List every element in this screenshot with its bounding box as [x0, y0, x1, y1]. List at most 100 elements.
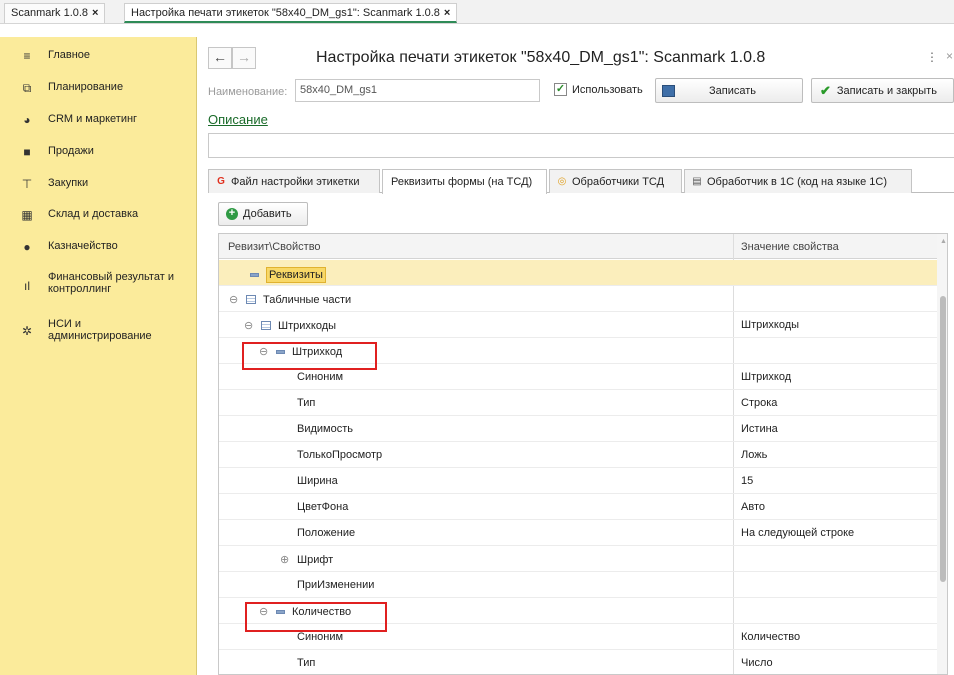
name-field[interactable]: 58x40_DM_gs1 [295, 79, 540, 102]
collapse-icon[interactable]: ⊖ [229, 293, 240, 306]
sidebar-item-finance[interactable]: ıl Финансовый результат и контроллинг [0, 271, 197, 299]
chart-icon: ıl [24, 279, 30, 293]
table-header: Ревизит\Свойство Значение свойства [219, 234, 947, 259]
description-field[interactable] [208, 133, 954, 158]
treasury-icon: ● [23, 240, 31, 254]
row-name: Шрифт [297, 553, 334, 566]
row-name: ЦветФона [297, 501, 349, 513]
row-name: Табличные части [263, 293, 352, 306]
sidebar-item-label: Планирование [48, 81, 124, 93]
top-tab-label-settings[interactable]: Настройка печати этикеток "58x40_DM_gs1"… [124, 3, 458, 23]
save-button-label: Записать [709, 84, 757, 97]
close-icon[interactable]: × [92, 7, 98, 19]
arrow-left-icon: ← [213, 49, 227, 65]
tab-label: Обработчик в 1С (код на языке 1С) [707, 175, 888, 188]
highlight-box-barcode [242, 342, 377, 370]
tab-form-fields[interactable]: Реквизиты формы (на ТСД) [382, 169, 547, 194]
attribute-icon [250, 273, 259, 277]
more-menu-icon[interactable]: ⋮ [926, 50, 938, 64]
table-row[interactable]: ТолькоПросмотр Ложь [219, 442, 937, 468]
row-name: Штрихкоды [278, 319, 337, 332]
sidebar-item-label: Продажи [48, 145, 94, 157]
tab-label: Файл настройки этикетки [231, 175, 360, 188]
row-value: Количество [741, 631, 801, 643]
sidebar-item-label: Главное [48, 49, 91, 61]
row-name: Синоним [297, 631, 344, 643]
page-title: Настройка печати этикеток "58x40_DM_gs1"… [316, 49, 766, 66]
add-button-label: Добавить [243, 208, 292, 220]
sidebar-item-label: Склад и доставка [48, 208, 139, 220]
sidebar-item-label: Финансовый результат и контроллинг [48, 271, 174, 295]
menu-icon: ≡ [23, 49, 31, 63]
row-name: Тип [297, 397, 316, 409]
floppy-disk-icon [662, 84, 675, 97]
table-row[interactable]: Ширина 15 [219, 468, 937, 494]
table-row[interactable]: Положение На следующей строке [219, 520, 937, 546]
top-tab-scanmark[interactable]: Scanmark 1.0.8 × [4, 3, 106, 23]
tab-label-file[interactable]: G Файл настройки этикетки [208, 169, 380, 193]
sidebar-item-label: CRM и маркетинг [48, 113, 138, 125]
checkmark-icon: ✔ [820, 82, 831, 98]
row-name: Видимость [297, 423, 353, 435]
table-row[interactable]: Тип Число [219, 650, 937, 674]
sales-icon: ■ [23, 145, 31, 159]
save-button[interactable]: Записать [655, 78, 803, 103]
table-row[interactable]: Тип Строка [219, 390, 937, 416]
table-icon [246, 295, 256, 304]
row-value: Штрихкод [741, 371, 792, 383]
table-row[interactable]: Реквизиты [219, 260, 937, 286]
expand-icon[interactable]: ⊕ [280, 553, 291, 566]
use-checkbox-label: Использовать [572, 84, 643, 96]
top-tab-label: Настройка печати этикеток "58x40_DM_gs1"… [131, 7, 440, 19]
row-value: Число [741, 657, 773, 669]
top-tab-label: Scanmark 1.0.8 [11, 7, 89, 19]
tab-bar: G Файл настройки этикетки Реквизиты форм… [208, 169, 954, 194]
row-value: Истина [741, 423, 778, 435]
plus-icon: + [226, 208, 238, 220]
tab-label: Реквизиты формы (на ТСД) [391, 176, 533, 188]
scroll-up-icon[interactable]: ▲ [940, 238, 947, 245]
gear-icon: ✲ [21, 324, 33, 338]
description-link[interactable]: Описание [208, 112, 268, 127]
collapse-icon[interactable]: ⊖ [244, 319, 255, 332]
close-icon[interactable]: × [946, 49, 953, 63]
column-header-value[interactable]: Значение свойства [741, 241, 839, 253]
row-value: Авто [741, 501, 765, 513]
tab-1c-handler[interactable]: ▤ Обработчик в 1С (код на языке 1С) [684, 169, 912, 193]
tab-tsd-handlers[interactable]: ◎ Обработчики ТСД [549, 169, 682, 193]
sidebar-item-label: Закупки [48, 177, 89, 189]
column-header-property[interactable]: Ревизит\Свойство [228, 241, 321, 253]
table-row[interactable]: ЦветФона Авто [219, 494, 937, 520]
name-label: Наименование: [208, 86, 288, 98]
planning-icon: ⧉ [22, 81, 32, 95]
table-row[interactable]: Видимость Истина [219, 416, 937, 442]
sidebar-item-label: НСИ и администрирование [48, 318, 152, 342]
row-value: Строка [741, 397, 778, 409]
highlight-box-quantity [245, 602, 387, 632]
row-value: Ложь [741, 449, 768, 461]
table-row[interactable]: ПриИзменении [219, 572, 937, 598]
top-tab-bar: Scanmark 1.0.8 × Настройка печати этикето… [0, 0, 954, 24]
tab-label: Обработчики ТСД [572, 175, 665, 188]
forward-button[interactable]: → [232, 47, 256, 69]
table-row[interactable]: ⊖ Штрихкоды Штрихкоды [219, 312, 937, 338]
row-value: На следующей строке [741, 527, 855, 539]
sidebar-item-label: Казначейство [48, 240, 118, 252]
use-checkbox[interactable]: ✓ [554, 83, 567, 96]
row-name: Тип [297, 657, 316, 669]
sidebar-item-admin[interactable]: ✲ НСИ и администрирование [0, 318, 197, 346]
table-row[interactable]: ⊕ Шрифт [219, 546, 937, 572]
row-name: ТолькоПросмотр [297, 449, 383, 461]
code-icon: ▤ [692, 176, 702, 187]
arrow-right-icon: → [237, 49, 251, 65]
handler-icon: ◎ [557, 176, 567, 187]
warehouse-icon: ▦ [21, 208, 33, 222]
back-button[interactable]: ← [208, 47, 232, 69]
table-row[interactable]: ⊖ Табличные части [219, 286, 937, 312]
close-icon[interactable]: × [444, 7, 450, 19]
save-and-close-button[interactable]: ✔ Записать и закрыть [811, 78, 954, 103]
scrollbar-thumb[interactable] [940, 296, 946, 582]
row-name: Реквизиты [266, 267, 326, 283]
file-icon: G [217, 176, 225, 187]
add-button[interactable]: + Добавить [218, 202, 308, 226]
